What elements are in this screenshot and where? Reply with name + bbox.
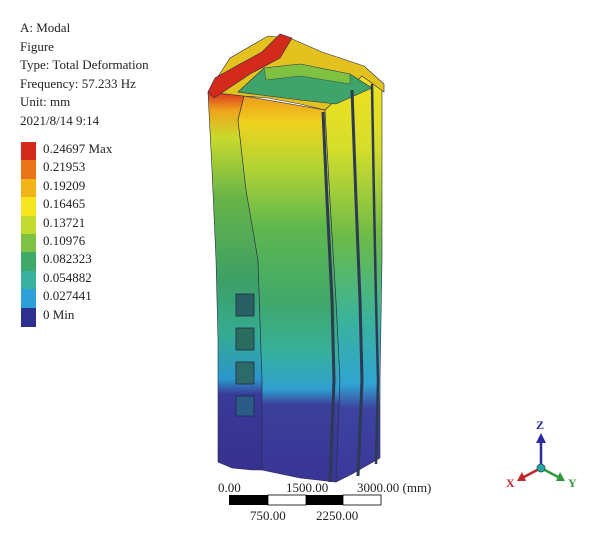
z-axis-arrow-icon xyxy=(536,433,546,443)
triad-origin xyxy=(536,463,546,473)
coordinate-triad[interactable] xyxy=(0,0,600,542)
z-axis-label: Z xyxy=(536,418,545,432)
x-axis-label: X xyxy=(506,476,515,490)
y-axis-label: Y xyxy=(568,476,577,490)
